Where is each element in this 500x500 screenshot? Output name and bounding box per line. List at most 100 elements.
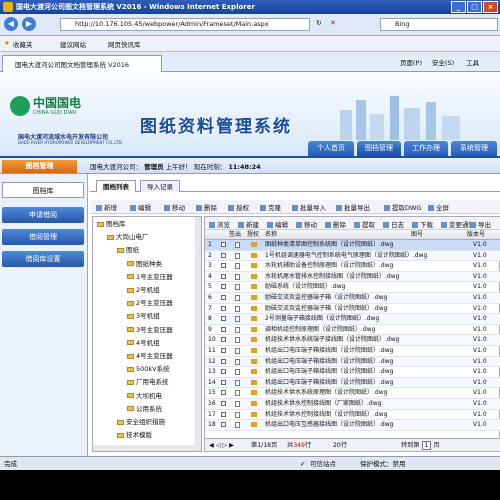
grid-toolbar-button[interactable]: 移动 bbox=[296, 219, 317, 229]
grid-toolbar-button[interactable]: 浏览 bbox=[209, 219, 230, 229]
drawing-name[interactable]: 机组技术供水系统原理图（设计院图纸）.dwg bbox=[265, 388, 455, 399]
tree-node[interactable]: 安全组织措施 bbox=[117, 417, 165, 428]
nav-personal-home[interactable]: 个人首页 bbox=[308, 141, 354, 156]
column-header-checkout[interactable]: 签出 bbox=[229, 230, 241, 240]
tab-import-records[interactable]: 导入记录 bbox=[140, 180, 180, 192]
drawing-name[interactable]: 机组出口电压端子箱接线图（设计院图纸）.dwg bbox=[265, 378, 455, 389]
table-row[interactable]: 11 机组出口电压端子箱接线图（设计院图纸）.dwg V1.0 bbox=[205, 346, 500, 357]
table-row[interactable]: 4 水轮机尾水管排水控制接线图（设计院图纸）.dwg V1.0 bbox=[205, 271, 500, 283]
tools-menu[interactable]: 工具 bbox=[466, 57, 479, 67]
tree-node[interactable]: 图纸种类 bbox=[127, 259, 162, 270]
pager-nav-icons[interactable]: ◀ ◁ ▷ ▶ bbox=[209, 439, 234, 452]
drawing-name[interactable]: 励磁交流及监控器端子箱（设计院图纸）.dwg bbox=[265, 293, 455, 304]
toolbar-batch-import-button[interactable]: 批量导入 bbox=[292, 202, 326, 212]
toolbar-move-button[interactable]: 移动 bbox=[164, 202, 185, 212]
toolbar-delete-button[interactable]: 删除 bbox=[196, 202, 217, 212]
table-row[interactable]: 2 1号机组调速器电气控制系统电气原理图（设计院图纸）.dwg V1.0 bbox=[205, 250, 500, 262]
favorites-item-webslice[interactable]: 网页快讯库 bbox=[108, 39, 141, 49]
search-input[interactable]: Bing bbox=[380, 18, 498, 31]
drawing-name[interactable]: 励磁交流及监控器端子箱（设计院图纸）.dwg bbox=[265, 304, 455, 315]
table-row[interactable]: 17 机组技术供水控制接线图（设计院图纸）.dwg V1.0 bbox=[205, 410, 500, 421]
close-button[interactable]: × bbox=[483, 1, 498, 13]
toolbar-edit-button[interactable]: 编辑 bbox=[130, 202, 151, 212]
drawing-name[interactable]: 机组技术供水控制接线图（厂家图纸）.dwg bbox=[265, 399, 455, 410]
column-header-authorize[interactable]: 授权 bbox=[247, 230, 259, 240]
sidebar-item-borrow-settings[interactable]: 借阅库设置 bbox=[2, 251, 84, 267]
grid-toolbar-button[interactable]: 日志 bbox=[383, 219, 404, 229]
drawing-name[interactable]: 水轮机辅助设备控制原理图（设计院图纸）.dwg bbox=[265, 261, 455, 272]
pager-per-page[interactable]: 20行 bbox=[333, 439, 347, 452]
table-row[interactable]: 6 励磁交流及监控器端子箱（设计院图纸）.dwg V1.0 bbox=[205, 293, 500, 304]
stop-icon[interactable]: ✕ bbox=[330, 19, 336, 27]
favorites-star-icon[interactable]: ★ bbox=[4, 39, 10, 47]
table-row[interactable]: 12 机组出口电压端子箱接线图（设计院图纸）.dwg V1.0 bbox=[205, 356, 500, 368]
table-row[interactable]: 8 2号测量端子箱接线图（设计院图纸）.dwg V1.0 bbox=[205, 314, 500, 325]
tree-node[interactable]: 技术模版 bbox=[117, 430, 152, 441]
toolbar-clone-button[interactable]: 克隆 bbox=[260, 202, 281, 212]
drawing-name[interactable]: 机组出口电压端子箱接线图（设计院图纸）.dwg bbox=[265, 367, 455, 378]
table-row[interactable]: 3 水轮机辅助设备控制原理图（设计院图纸）.dwg V1.0 bbox=[205, 261, 500, 272]
toolbar-authorize-button[interactable]: 授权 bbox=[228, 202, 249, 212]
table-row[interactable]: 5 励磁系统（设计院图纸）.dwg V1.0 bbox=[205, 282, 500, 293]
table-row[interactable]: 7 励磁交流及监控器端子箱（设计院图纸）.dwg V1.0 bbox=[205, 304, 500, 315]
back-icon[interactable]: ◀ bbox=[4, 17, 18, 31]
table-row[interactable]: 10 机组技术供水系统端子接线图（设计院图纸）.dwg V1.0 bbox=[205, 335, 500, 346]
table-row[interactable]: 15 机组技术供水系统原理图（设计院图纸）.dwg V1.0 bbox=[205, 388, 500, 399]
page-menu[interactable]: 页面(P) bbox=[400, 57, 422, 67]
safety-menu[interactable]: 安全(S) bbox=[432, 57, 454, 67]
nav-drawing-management[interactable]: 图档管理 bbox=[357, 141, 401, 156]
nav-system-management[interactable]: 系统管理 bbox=[451, 141, 497, 156]
tree-node[interactable]: 4号主变压器 bbox=[127, 351, 173, 362]
tree-node[interactable]: 大岗山电厂 bbox=[107, 232, 149, 243]
grid-toolbar-button[interactable]: 编辑 bbox=[267, 219, 288, 229]
tree-node[interactable]: 大坝机电 bbox=[127, 391, 162, 402]
grid-toolbar-button[interactable]: 提取 bbox=[354, 219, 375, 229]
tree-node[interactable]: 3号主变压器 bbox=[127, 325, 173, 336]
url-field[interactable]: http://10.176.105.45/webpower/Admin/Fram… bbox=[60, 18, 310, 31]
drawing-name[interactable]: 励磁系统（设计院图纸）.dwg bbox=[265, 282, 455, 293]
tree-node[interactable]: 图纸 bbox=[117, 245, 139, 256]
drawing-name[interactable]: 图纸种类清单图控制系统图（设计院图纸）.dwg bbox=[265, 240, 455, 251]
table-row[interactable]: 1 图纸种类清单图控制系统图（设计院图纸）.dwg V1.0 bbox=[205, 240, 500, 251]
tree-node[interactable]: 4号机组 bbox=[127, 338, 160, 349]
tree-node[interactable]: 500kV系统 bbox=[127, 364, 170, 375]
toolbar-new-button[interactable]: 新增 bbox=[96, 202, 117, 212]
drawing-name[interactable]: 机组出口电压端子箱接线图（设计院图纸）.dwg bbox=[265, 357, 455, 368]
table-row[interactable]: 9 调相机组控制原理图（设计院图纸）.dwg V1.0 bbox=[205, 325, 500, 336]
drawing-name[interactable]: 调相机组控制原理图（设计院图纸）.dwg bbox=[265, 325, 455, 336]
drawing-name[interactable]: 机组出口电压端子箱接线图（设计院图纸）.dwg bbox=[265, 346, 455, 357]
grid-toolbar-button[interactable]: 下载 bbox=[412, 219, 433, 229]
tree-node[interactable]: 3号机组 bbox=[127, 311, 160, 322]
table-row[interactable]: 16 机组技术供水控制接线图（厂家图纸）.dwg V1.0 bbox=[205, 399, 500, 410]
column-header-version[interactable]: 版本号 bbox=[467, 230, 485, 240]
tree-node[interactable]: 2号机组 bbox=[127, 285, 160, 296]
toolbar-extract-dwg-button[interactable]: 提取DWG bbox=[384, 202, 421, 212]
tab-drawing-list[interactable]: 图档列表 bbox=[96, 180, 136, 192]
sidebar-item-borrow-request[interactable]: 申请借阅 bbox=[2, 207, 84, 223]
sidebar-item-archive[interactable]: 图档库 bbox=[2, 182, 84, 198]
refresh-icon[interactable]: ↻ bbox=[316, 19, 322, 27]
table-row[interactable]: 14 机组出口电压端子箱接线图（设计院图纸）.dwg V1.0 bbox=[205, 377, 500, 389]
grid-toolbar-button[interactable]: 导出 bbox=[470, 219, 491, 229]
drawing-name[interactable]: 1号机组调速器电气控制系统电气原理图（设计院图纸）.dwg bbox=[265, 251, 455, 262]
tree-vertical-scrollbar[interactable] bbox=[195, 217, 201, 451]
table-row[interactable]: 13 机组出口电压端子箱接线图（设计院图纸）.dwg V1.0 bbox=[205, 367, 500, 378]
tree-node[interactable]: 1号主变压器 bbox=[127, 272, 173, 283]
pager-goto-input[interactable]: 1 bbox=[421, 441, 432, 450]
column-header-name[interactable]: 名称 bbox=[265, 230, 277, 240]
nav-work-handling[interactable]: 工作办理 bbox=[404, 141, 448, 156]
tree-horizontal-scrollbar[interactable] bbox=[93, 445, 197, 451]
drawing-name[interactable]: 2号测量端子箱接线图（设计院图纸）.dwg bbox=[265, 314, 455, 325]
toolbar-fullscreen-button[interactable]: 全屏 bbox=[428, 202, 449, 212]
table-row[interactable]: 18 机组出口电压互感器接线图（设计院图纸）.dwg V1.0 bbox=[205, 420, 500, 431]
tree-node[interactable]: 图档库 bbox=[97, 219, 126, 230]
favorites-item-suggested[interactable]: 建议网站 bbox=[60, 39, 86, 49]
sidebar-item-borrow-management[interactable]: 借阅管理 bbox=[2, 229, 84, 245]
drawing-name[interactable]: 机组出口电压互感器接线图（设计院图纸）.dwg bbox=[265, 420, 455, 431]
grid-toolbar-button[interactable]: 新建 bbox=[238, 219, 259, 229]
favorites-label[interactable]: 收藏夹 bbox=[13, 39, 33, 49]
maximize-button[interactable]: □ bbox=[467, 1, 482, 13]
drawing-name[interactable]: 水轮机尾水管排水控制接线图（设计院图纸）.dwg bbox=[265, 272, 455, 283]
drawing-name[interactable]: 机组技术供水控制接线图（设计院图纸）.dwg bbox=[265, 410, 455, 421]
toolbar-batch-export-button[interactable]: 批量导出 bbox=[336, 202, 370, 212]
